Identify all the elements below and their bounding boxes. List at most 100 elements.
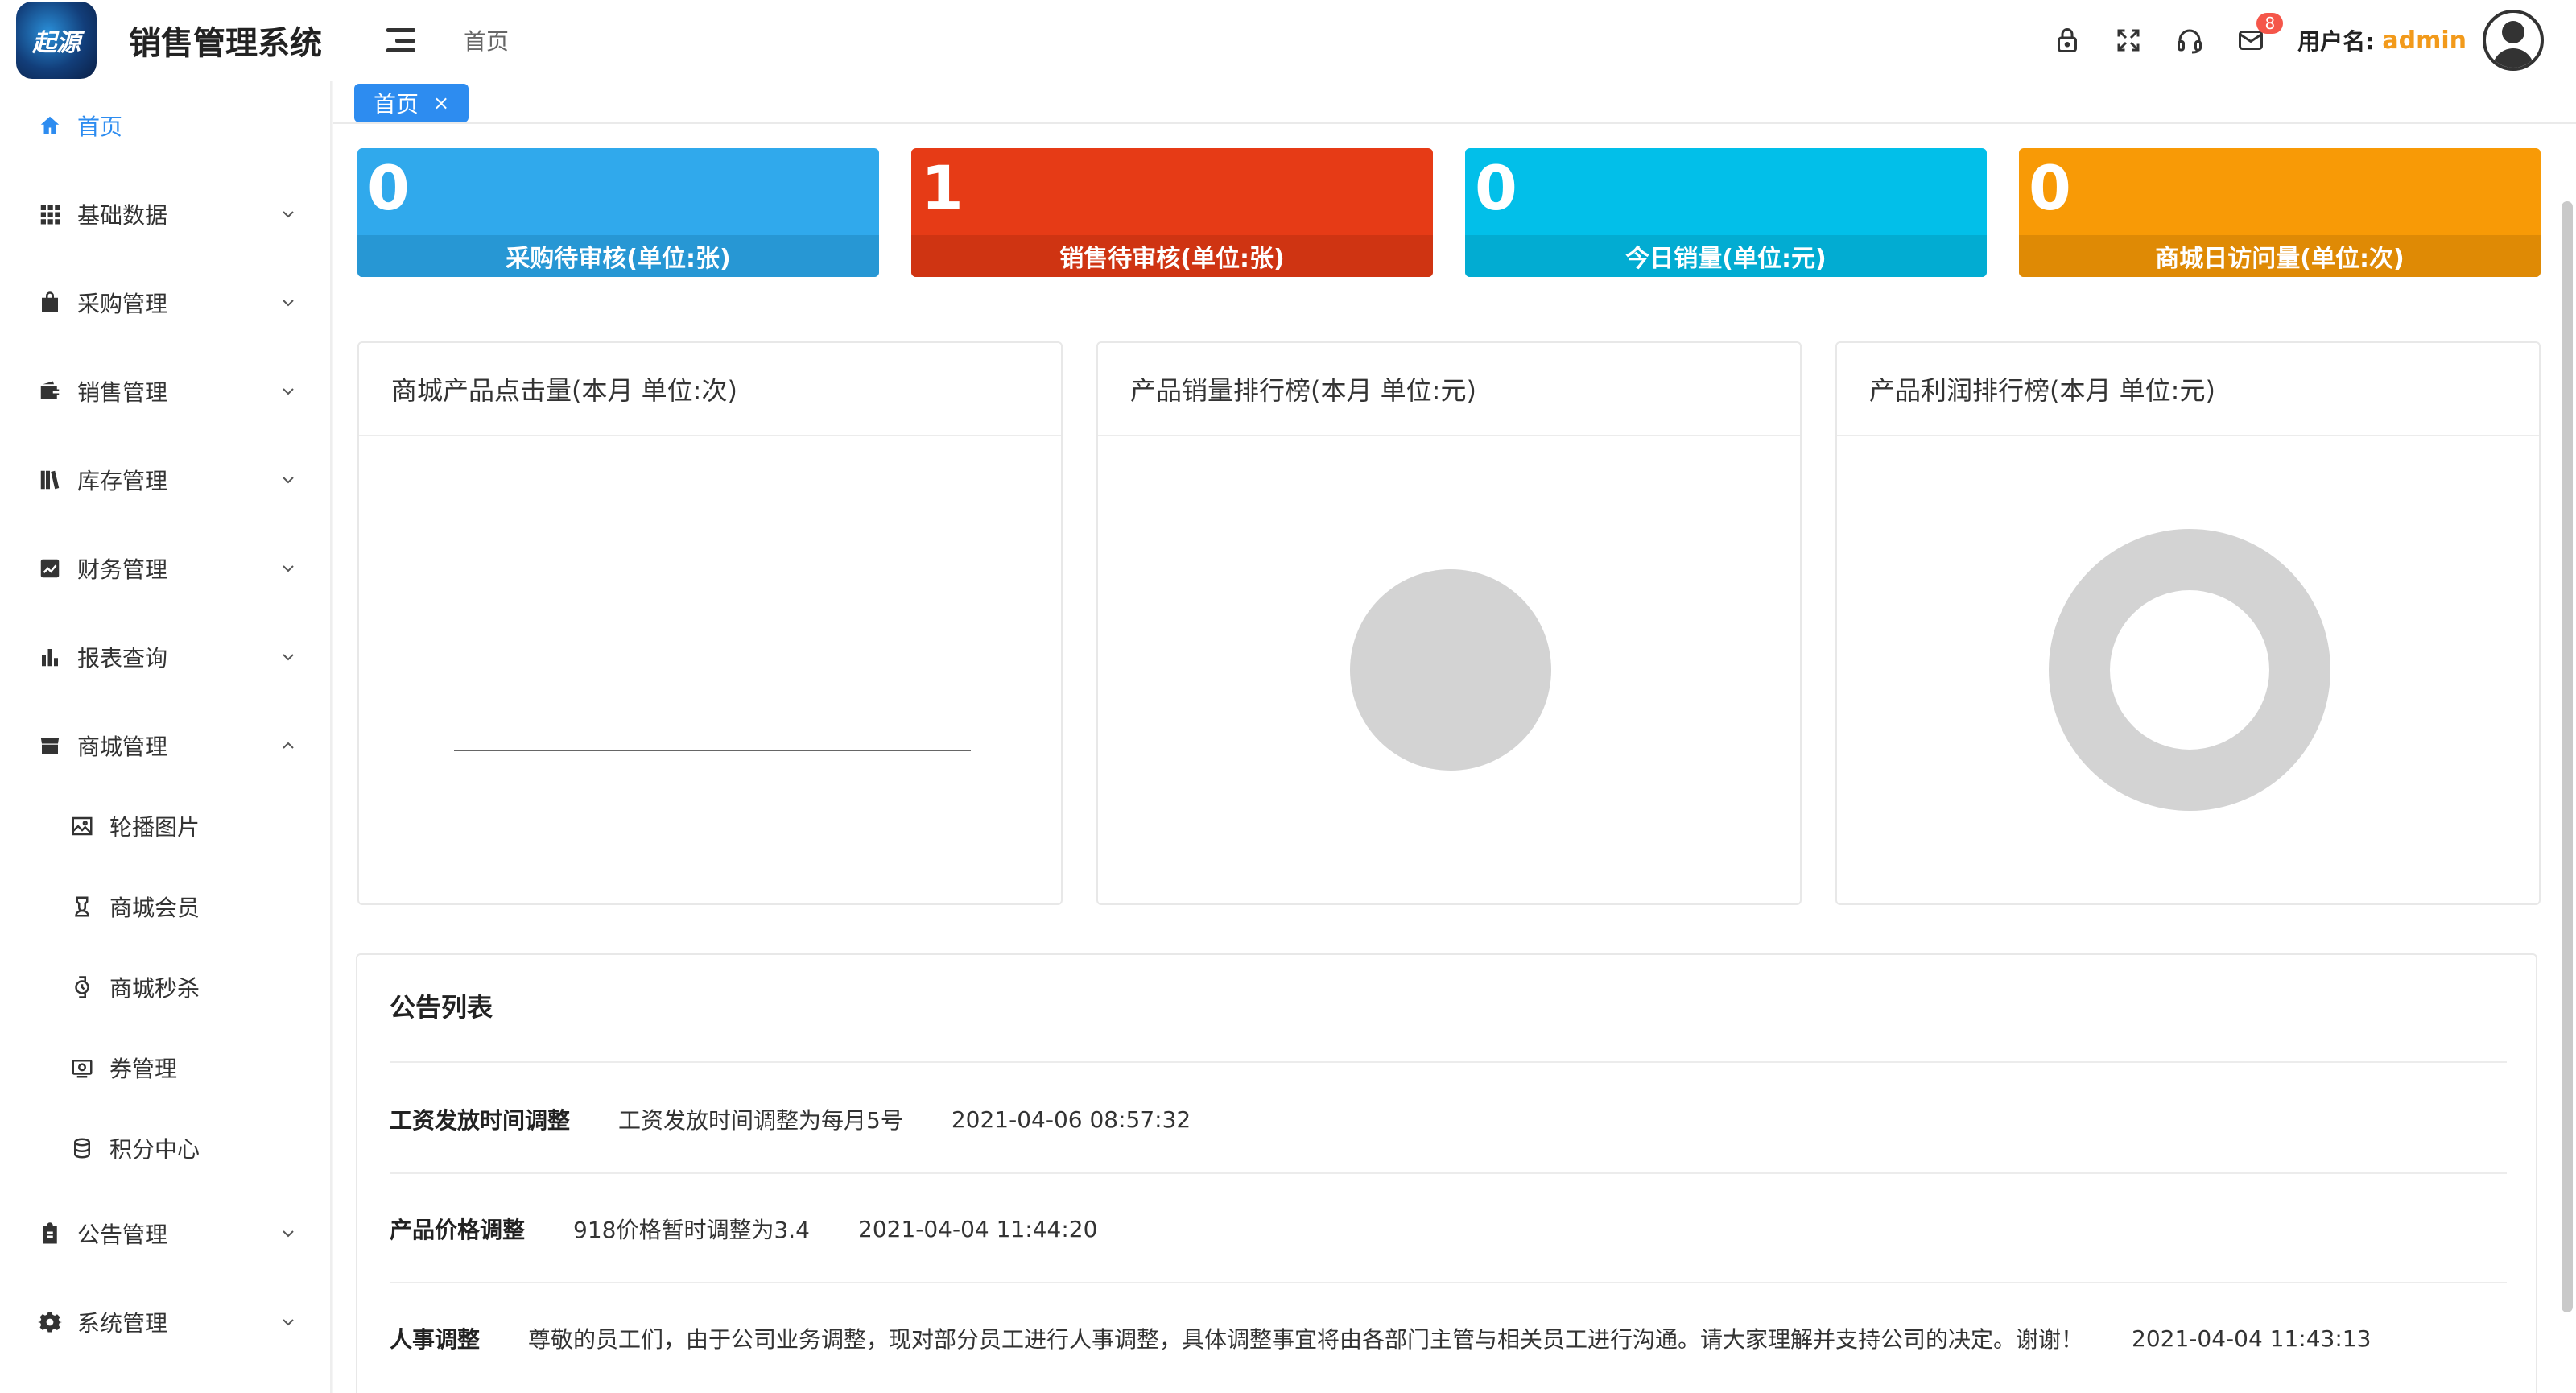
menu-toggle-icon[interactable] — [386, 28, 415, 52]
bag-icon — [37, 290, 63, 316]
chevron-down-icon — [283, 565, 294, 572]
notice-row-date: 2021-04-04 11:43:13 — [2132, 1325, 2372, 1352]
notice-panel: 公告列表 工资发放时间调整 工资发放时间调整为每月5号 2021-04-06 0… — [356, 953, 2537, 1393]
chevron-down-icon — [283, 1319, 294, 1326]
breadcrumb: 首页 — [464, 28, 510, 55]
sidebar: 首页 基础数据 采购管理 销售管理 库存管理 财务管理 报表查询 商城管理 轮播… — [0, 81, 332, 1393]
chevron-down-icon — [283, 300, 294, 307]
sidebar-item-coupons[interactable]: 券管理 — [0, 1035, 332, 1100]
mail-badge: 8 — [2256, 13, 2284, 34]
chevron-up-icon — [283, 742, 294, 749]
donut-chart-empty — [2049, 529, 2330, 811]
lock-icon[interactable] — [2050, 23, 2085, 58]
divider — [390, 1061, 2507, 1063]
sidebar-item-flash-sale[interactable]: 商城秒杀 — [0, 955, 332, 1019]
chart-area — [1837, 436, 2539, 903]
sidebar-item-inventory[interactable]: 库存管理 — [0, 448, 332, 512]
grid-icon — [37, 201, 63, 227]
chart-card-product-clicks: 商城产品点击量(本月 单位:次) — [357, 341, 1063, 905]
chart-title: 商城产品点击量(本月 单位:次) — [359, 343, 1061, 436]
headset-icon[interactable] — [2172, 23, 2207, 58]
notice-row-date: 2021-04-06 08:57:32 — [951, 1106, 1191, 1133]
stat-card-today-sales: 0 今日销量(单位:元) — [1465, 148, 1987, 277]
books-icon — [37, 467, 63, 493]
chart-title: 产品销量排行榜(本月 单位:元) — [1098, 343, 1800, 436]
sidebar-item-system[interactable]: 系统管理 — [0, 1290, 332, 1354]
notice-row-title: 工资发放时间调整 — [390, 1107, 571, 1134]
sidebar-item-label: 系统管理 — [77, 1310, 168, 1337]
stat-caption: 采购待审核(单位:张) — [357, 235, 879, 277]
sidebar-item-label: 商城管理 — [77, 734, 168, 760]
chevron-down-icon — [283, 1230, 294, 1238]
app-title: 销售管理系统 — [129, 25, 322, 62]
chevron-down-icon — [283, 211, 294, 218]
user-label: 用户名: — [2297, 28, 2375, 55]
watch-icon — [69, 974, 95, 1000]
chart-area — [359, 436, 1061, 903]
sidebar-item-label: 积分中心 — [109, 1136, 200, 1163]
notice-row[interactable]: 人事调整 尊敬的员工们，由于公司业务调整，现对部分员工进行人事调整，具体调整事宜… — [390, 1322, 2371, 1354]
sidebar-item-points[interactable]: 积分中心 — [0, 1116, 332, 1180]
tab-label: 首页 — [374, 91, 419, 118]
sidebar-item-label: 首页 — [77, 114, 123, 140]
pie-chart-empty — [1350, 569, 1551, 771]
coupon-icon — [69, 1055, 95, 1081]
sidebar-item-label: 商城秒杀 — [109, 975, 200, 1002]
stat-caption: 今日销量(单位:元) — [1465, 235, 1987, 277]
sidebar-item-announcements[interactable]: 公告管理 — [0, 1201, 332, 1266]
stat-card-purchase-pending: 0 采购待审核(单位:张) — [357, 148, 879, 277]
notice-row-content: 918价格暂时调整为3.4 — [573, 1217, 810, 1243]
pie-placeholder — [1350, 569, 1551, 771]
notice-row-content: 工资发放时间调整为每月5号 — [618, 1107, 903, 1134]
sidebar-item-label: 商城会员 — [109, 895, 200, 921]
wallet-icon — [37, 378, 63, 404]
sidebar-item-store[interactable]: 商城管理 — [0, 713, 332, 778]
sidebar-item-label: 销售管理 — [77, 379, 168, 406]
chart-title: 产品利润排行榜(本月 单位:元) — [1837, 343, 2539, 436]
stat-value: 0 — [1475, 152, 1517, 224]
stat-card-daily-visits: 0 商城日访问量(单位:次) — [2019, 148, 2541, 277]
stat-caption: 销售待审核(单位:张) — [911, 235, 1433, 277]
scrollbar[interactable] — [2562, 201, 2573, 1312]
notice-row-date: 2021-04-04 11:44:20 — [858, 1215, 1098, 1242]
notice-row-title: 人事调整 — [390, 1326, 481, 1353]
fullscreen-icon[interactable] — [2111, 23, 2146, 58]
sidebar-item-carousel[interactable]: 轮播图片 — [0, 794, 332, 858]
user-name[interactable]: admin — [2382, 27, 2467, 55]
sidebar-item-finance[interactable]: 财务管理 — [0, 536, 332, 601]
store-icon — [37, 733, 63, 759]
sidebar-item-members[interactable]: 商城会员 — [0, 874, 332, 939]
sidebar-item-home[interactable]: 首页 — [0, 93, 332, 158]
bar-chart-icon — [37, 644, 63, 670]
mail-icon[interactable]: 8 — [2233, 13, 2284, 58]
divider — [390, 1282, 2507, 1283]
avatar[interactable] — [2483, 10, 2544, 71]
notice-row[interactable]: 产品价格调整 918价格暂时调整为3.4 2021-04-04 11:44:20 — [390, 1213, 1097, 1245]
divider — [390, 1172, 2507, 1174]
tab-bar: 首页 × — [333, 81, 2576, 124]
sidebar-item-reports[interactable]: 报表查询 — [0, 625, 332, 689]
sidebar-item-label: 券管理 — [109, 1056, 178, 1082]
stat-value: 1 — [921, 152, 964, 224]
sidebar-item-label: 采购管理 — [77, 291, 168, 317]
home-icon — [37, 113, 63, 138]
top-header: 起源 销售管理系统 首页 8 用户名: admin — [0, 0, 2576, 81]
gear-icon — [37, 1309, 63, 1335]
sidebar-item-label: 轮播图片 — [109, 814, 200, 841]
sidebar-item-basic-data[interactable]: 基础数据 — [0, 182, 332, 246]
stat-value: 0 — [2029, 152, 2071, 224]
logo-container: 起源 — [16, 0, 97, 81]
clipboard-icon — [37, 1221, 63, 1246]
sidebar-item-label: 库存管理 — [77, 468, 168, 494]
notice-row-content: 尊敬的员工们，由于公司业务调整，现对部分员工进行人事调整，具体调整事宜将由各部门… — [528, 1326, 2084, 1353]
header-actions: 8 用户名: admin — [2024, 0, 2544, 81]
tab-home[interactable]: 首页 × — [354, 84, 469, 122]
close-icon[interactable]: × — [433, 92, 449, 114]
sidebar-item-purchase[interactable]: 采购管理 — [0, 271, 332, 335]
notice-row[interactable]: 工资发放时间调整 工资发放时间调整为每月5号 2021-04-06 08:57:… — [390, 1103, 1191, 1135]
sidebar-item-sales[interactable]: 销售管理 — [0, 359, 332, 424]
notice-row-title: 产品价格调整 — [390, 1217, 526, 1243]
coins-icon — [69, 1135, 95, 1161]
chevron-down-icon — [283, 654, 294, 661]
line-chart-icon — [37, 556, 63, 581]
